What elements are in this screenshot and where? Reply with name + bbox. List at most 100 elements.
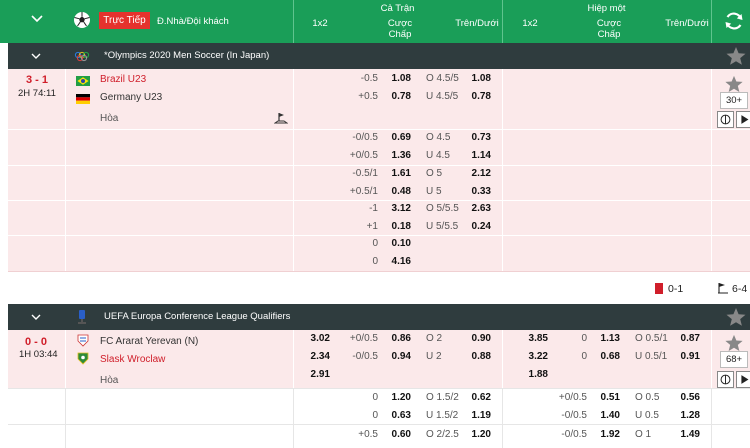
divider [8,165,750,166]
over-under-line: O 5 [426,168,443,179]
star-icon[interactable] [725,45,747,67]
over-under-line: U 5/5.5 [426,221,459,232]
more-markets-button[interactable]: 68+ [720,351,748,368]
handicap-odds[interactable]: 0.51 [590,392,620,403]
handicap-odds[interactable]: 0.69 [381,132,411,143]
play-icon[interactable] [736,111,750,128]
over-under-line: U 0.5 [635,410,659,421]
corners-count: 6-4 [732,283,748,295]
divider [8,200,750,201]
corner-flag-icon [718,283,728,294]
handicap-odds[interactable]: 0.10 [381,238,411,249]
over-under-line: O 1 [635,429,652,440]
over-under-odds[interactable]: 1.08 [461,73,491,84]
over-under-odds[interactable]: 0.62 [461,392,491,403]
divider [8,424,750,425]
handicap-line: -0.5 [360,73,378,84]
handicap-odds[interactable]: 1.13 [590,333,620,344]
chevron-down-icon[interactable] [30,50,42,62]
handicap-line: -1 [369,203,378,214]
over-under-odds[interactable]: 0.88 [461,351,491,362]
handicap-odds[interactable]: 1.40 [590,410,620,421]
over-under-odds[interactable]: 2.63 [461,203,491,214]
pitch-icon[interactable] [717,371,734,388]
odds-1x2[interactable]: 2.91 [300,369,330,380]
handicap-odds[interactable]: 1.20 [381,392,411,403]
handicap-odds[interactable]: 0.78 [381,91,411,102]
home-team[interactable]: Brazil U23 [100,74,146,85]
left-gutter [0,43,8,448]
play-icon[interactable] [736,371,750,388]
handicap-odds[interactable]: 0.63 [381,410,411,421]
over-under-odds[interactable]: 0.33 [461,186,491,197]
divider [8,129,750,130]
divider [711,388,712,448]
odds-1x2[interactable]: 3.22 [518,351,548,362]
handicap-line: -0/0.5 [352,132,378,143]
handicap-odds[interactable]: 0.94 [381,351,411,362]
match-score: 0 - 0 [25,336,48,348]
handicap-odds[interactable]: 1.61 [381,168,411,179]
live-tab[interactable]: Trực Tiếp [99,12,150,29]
handicap-odds[interactable]: 0.68 [590,351,620,362]
uefa-icon [78,310,86,324]
divider [65,330,66,388]
odds-1x2[interactable]: 3.02 [300,333,330,344]
handicap-odds[interactable]: 1.36 [381,150,411,161]
over-under-odds[interactable]: 1.20 [461,429,491,440]
handicap-odds[interactable]: 4.16 [381,256,411,267]
ararat-crest-icon [77,334,89,347]
over-under-line: O 2/2.5 [426,429,459,440]
col-1x2-ht: 1x2 [522,18,538,29]
over-under-odds[interactable]: 1.14 [461,150,491,161]
full-match-heading: Cả Trận [380,3,415,14]
handicap-line: -0.5/1 [352,168,378,179]
odds-1x2[interactable]: 3.85 [518,333,548,344]
home-away-tab[interactable]: Đ.Nhà/Đội khách [157,16,229,27]
over-under-odds[interactable]: 0.78 [461,91,491,102]
over-under-odds[interactable]: 1.49 [670,429,700,440]
handicap-odds[interactable]: 1.92 [590,429,620,440]
more-markets-button[interactable]: 30+ [720,92,748,109]
over-under-odds[interactable]: 0.87 [670,333,700,344]
chevron-down-icon[interactable] [30,12,44,26]
over-under-line: U 2 [426,351,442,362]
home-team[interactable]: FC Ararat Yerevan (N) [100,336,198,347]
away-team[interactable]: Slask Wroclaw [100,354,165,365]
over-under-odds[interactable]: 1.19 [461,410,491,421]
league-header[interactable]: UEFA Europa Conference League Qualifiers [8,304,750,330]
pitch-icon[interactable] [274,111,288,125]
league-header[interactable]: *Olympics 2020 Men Soccer (In Japan) [8,43,750,69]
pitch-icon[interactable] [717,111,734,128]
over-under-odds[interactable]: 0.90 [461,333,491,344]
away-team[interactable]: Germany U23 [100,92,162,103]
over-under-odds[interactable]: 0.73 [461,132,491,143]
over-under-odds[interactable]: 1.28 [670,410,700,421]
refresh-icon[interactable] [723,10,745,32]
handicap-odds[interactable]: 0.48 [381,186,411,197]
handicap-odds[interactable]: 0.86 [381,333,411,344]
divider [502,69,503,271]
handicap-odds[interactable]: 0.18 [381,221,411,232]
over-under-odds[interactable]: 0.56 [670,392,700,403]
first-half-heading: Hiệp một [587,3,626,14]
over-under-odds[interactable]: 2.12 [461,168,491,179]
league-name[interactable]: UEFA Europa Conference League Qualifiers [104,311,290,322]
match-clock: 1H 03:44 [19,349,58,360]
over-under-line: O 1.5/2 [426,392,459,403]
divider [293,69,294,271]
over-under-odds[interactable]: 0.24 [461,221,491,232]
star-icon[interactable] [724,74,744,94]
over-under-odds[interactable]: 0.91 [670,351,700,362]
over-under-line: O 2 [426,333,443,344]
divider [711,330,712,388]
league-name[interactable]: *Olympics 2020 Men Soccer (In Japan) [104,50,269,61]
handicap-odds[interactable]: 0.60 [381,429,411,440]
handicap-odds[interactable]: 3.12 [381,203,411,214]
chevron-down-icon[interactable] [30,311,42,323]
handicap-odds[interactable]: 1.08 [381,73,411,84]
star-icon[interactable] [724,333,744,353]
odds-1x2[interactable]: 1.88 [518,369,548,380]
odds-1x2[interactable]: 2.34 [300,351,330,362]
star-icon[interactable] [725,306,747,328]
